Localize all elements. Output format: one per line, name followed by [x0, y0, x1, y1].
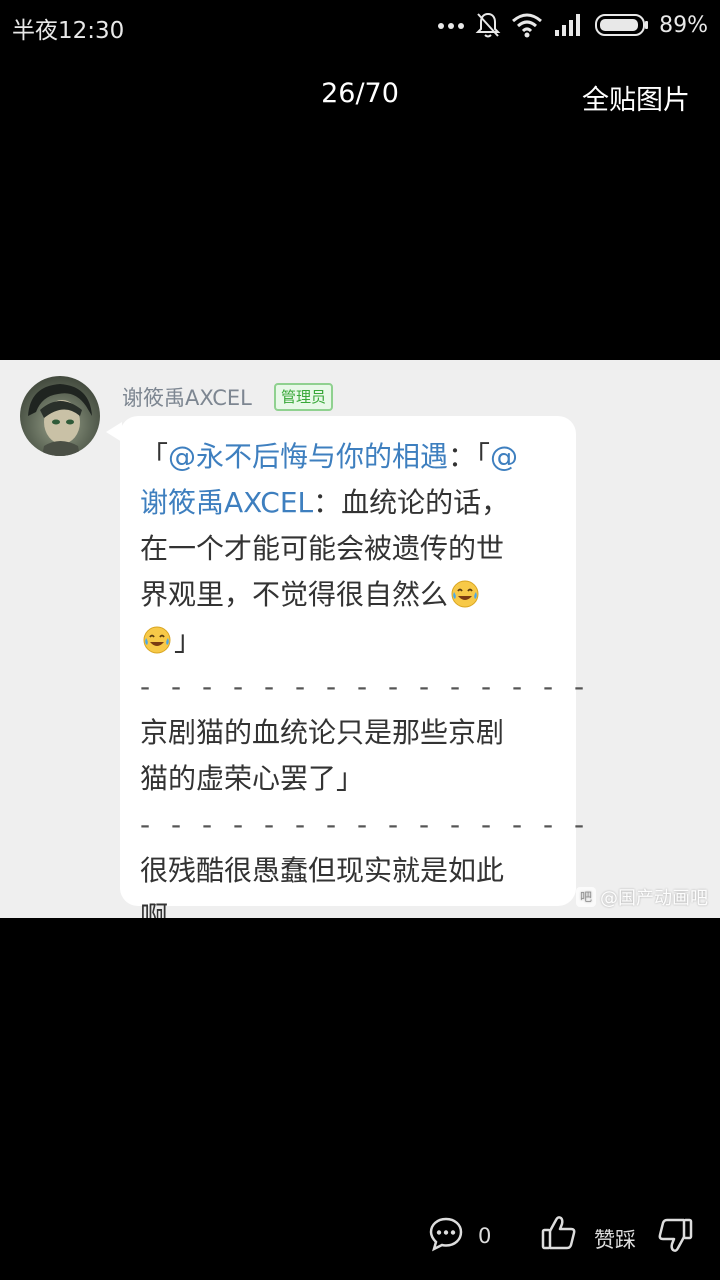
status-bar: 半夜12:30 89%: [0, 0, 720, 50]
message-text-segment: 界观里，不觉得很自然么: [140, 578, 449, 611]
message-text-segment: 」: [174, 624, 203, 657]
message-line: 很残酷很愚蠢但现实就是如此: [140, 848, 564, 894]
comment-count: 0: [478, 1224, 492, 1248]
wifi-icon: [512, 13, 543, 38]
message-line: 界观里，不觉得很自然么: [140, 572, 564, 618]
watermark-text: @国产动画吧: [600, 888, 708, 909]
message-line: 啊: [140, 894, 564, 918]
battery-percent: 89%: [659, 12, 708, 38]
image-viewer: 半夜12:30 89% 26/70 全贴图片 谢筱禹AXCEL 管理员 「@永不…: [0, 0, 720, 1280]
thumbs-up-icon[interactable]: [540, 1214, 578, 1252]
avatar: [20, 376, 100, 456]
laughing-tears-emoji: [451, 580, 479, 608]
mute-bell-icon: [475, 12, 501, 38]
laughing-tears-emoji: [143, 626, 171, 654]
message-text-segment: ：「: [448, 440, 491, 473]
message-line: 谢筱禹AXCEL：血统论的话，: [140, 480, 564, 526]
status-icons: 89%: [437, 8, 708, 42]
admin-badge: 管理员: [274, 383, 334, 411]
watermark: 吧 @国产动画吧: [576, 884, 708, 910]
battery-icon: [595, 14, 649, 36]
message-line: - - - - - - - - - - - - - - -: [140, 664, 584, 710]
post-image[interactable]: 谢筱禹AXCEL 管理员 「@永不后悔与你的相遇：「@ 谢筱禹AXCEL：血统论的…: [0, 360, 720, 918]
status-time: 半夜12:30: [12, 18, 125, 44]
divider-dashes: - - - - - - - - - - - - - - -: [140, 808, 591, 841]
message-text-segment: 京剧猫的血统论只是那些京剧: [140, 716, 505, 749]
post-username: 谢筱禹AXCEL: [122, 386, 252, 410]
message-line: 」: [140, 618, 564, 664]
action-bar: 0 赞踩: [0, 1204, 720, 1270]
user-mention-link[interactable]: @: [490, 440, 518, 473]
like-dislike-label: 赞踩: [594, 1228, 636, 1252]
message-line: 「@永不后悔与你的相遇：「@: [140, 434, 564, 480]
message-text-segment: 猫的虚荣心罢了」: [140, 762, 365, 795]
user-mention-link[interactable]: 谢筱禹AXCEL: [140, 486, 313, 519]
more-dots-icon: [438, 23, 465, 29]
message-text: 「@永不后悔与你的相遇：「@ 谢筱禹AXCEL：血统论的话， 在一个才能可能会被遗传…: [140, 434, 584, 918]
all-images-button[interactable]: 全贴图片: [582, 78, 690, 117]
message-text-segment: 「: [140, 440, 169, 473]
divider-dashes: - - - - - - - - - - - - - - -: [140, 670, 591, 703]
message-line: 在一个才能可能会被遗传的世: [140, 526, 564, 572]
message-line: 猫的虚荣心罢了」: [140, 756, 564, 802]
thumbs-down-icon[interactable]: [656, 1216, 694, 1254]
watermark-logo: 吧: [576, 887, 596, 907]
message-text-segment: 啊: [140, 900, 169, 918]
message-text-segment: ：血统论的话，: [313, 486, 510, 519]
user-mention-link[interactable]: @永不后悔与你的相遇: [168, 440, 448, 473]
message-text-segment: 在一个才能可能会被遗传的世: [140, 532, 505, 565]
signal-icon: [555, 14, 581, 36]
message-line: - - - - - - - - - - - - - - -: [140, 802, 584, 848]
message-line: 京剧猫的血统论只是那些京剧: [140, 710, 564, 756]
comment-icon[interactable]: [428, 1216, 464, 1252]
message-text-segment: 很残酷很愚蠢但现实就是如此: [140, 854, 505, 887]
